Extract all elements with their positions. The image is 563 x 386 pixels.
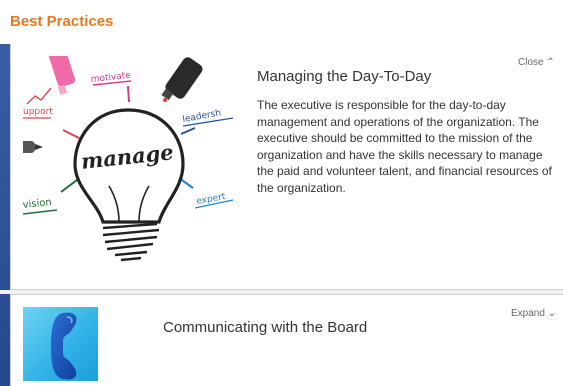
telephone-image (23, 307, 98, 381)
expand-label: Expand (511, 308, 545, 319)
accordion-item-communicating: Communicating with the Board Expand ⌄ (10, 294, 563, 386)
close-toggle[interactable]: Close ⌃ (518, 57, 555, 68)
telephone-icon (51, 312, 77, 380)
best-practices-panel: Best Practices motivate upport leadersh … (0, 0, 563, 386)
accordion-item-managing: motivate upport leadersh vision expert m… (10, 44, 563, 290)
card-title-communicating: Communicating with the Board (163, 319, 368, 336)
panel-header: Best Practices (0, 0, 563, 45)
card-body-managing: The executive is responsible for the day… (257, 98, 552, 195)
close-label: Close (518, 57, 544, 68)
word-support: upport (23, 107, 53, 117)
background-strip (0, 44, 10, 385)
card-title-managing: Managing the Day-To-Day (257, 68, 432, 85)
chevron-up-icon: ⌃ (546, 57, 555, 68)
panel-title: Best Practices (10, 13, 114, 30)
expand-toggle[interactable]: Expand ⌄ (511, 308, 556, 319)
manage-lightbulb-image: motivate upport leadersh vision expert m… (23, 56, 233, 266)
chevron-down-icon: ⌄ (547, 308, 557, 319)
